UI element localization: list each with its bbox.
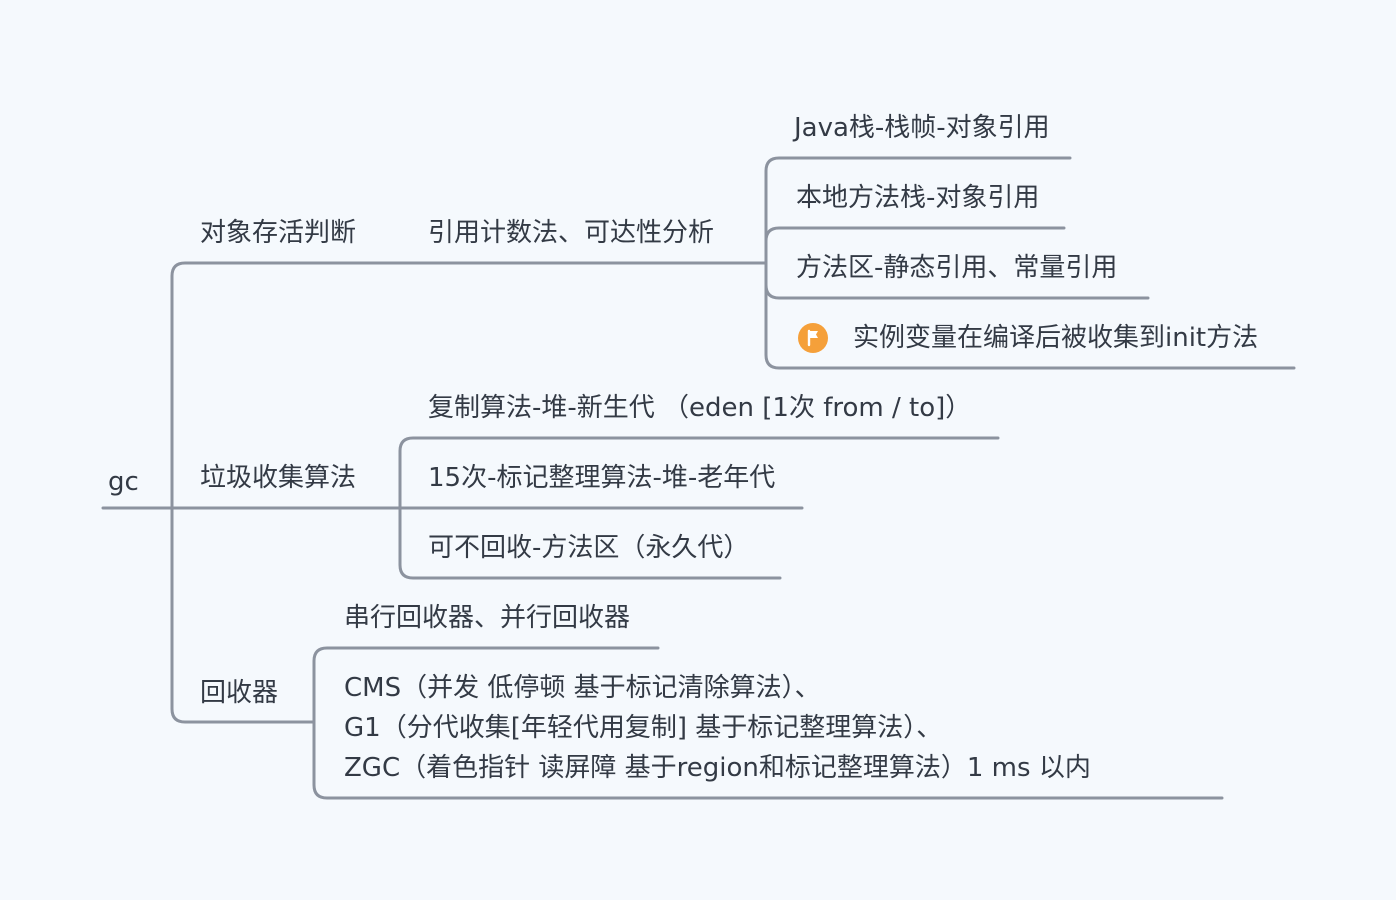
leaf-mark-compact[interactable]: 15次-标记整理算法-堆-老年代	[428, 463, 775, 493]
line-zgc: ZGC（着色指针 读屏障 基于region和标记整理算法）1 ms 以内	[344, 753, 1091, 783]
flag-icon	[798, 323, 828, 353]
root-node[interactable]: gc	[108, 467, 139, 497]
leaf-instance-variable[interactable]: 实例变量在编译后被收集到init方法	[853, 323, 1258, 353]
leaf-copying-algorithm[interactable]: 复制算法-堆-新生代 （eden [1次 from / to]）	[428, 393, 971, 423]
leaf-native-stack[interactable]: 本地方法栈-对象引用	[796, 183, 1039, 213]
leaf-cms-g1-zgc[interactable]: CMS（并发 低停顿 基于标记清除算法）、 G1（分代收集[年轻代用复制] 基于…	[344, 668, 1091, 788]
mind-map-canvas: gc 对象存活判断 引用计数法、可达性分析 Java栈-栈帧-对象引用 本地方法…	[0, 0, 1396, 900]
branch-object-liveness[interactable]: 对象存活判断	[200, 218, 356, 248]
leaf-java-stack[interactable]: Java栈-栈帧-对象引用	[794, 113, 1050, 143]
line-g1: G1（分代收集[年轻代用复制] 基于标记整理算法）、	[344, 713, 943, 743]
leaf-method-area[interactable]: 方法区-静态引用、常量引用	[796, 253, 1117, 283]
branch-gc-algorithms[interactable]: 垃圾收集算法	[200, 463, 356, 493]
branch-collectors[interactable]: 回收器	[200, 678, 278, 708]
leaf-serial-parallel[interactable]: 串行回收器、并行回收器	[344, 603, 630, 633]
node-reference-counting[interactable]: 引用计数法、可达性分析	[428, 218, 714, 248]
line-cms: CMS（并发 低停顿 基于标记清除算法）、	[344, 673, 821, 703]
leaf-permanent-gen[interactable]: 可不回收-方法区（永久代）	[428, 533, 749, 563]
